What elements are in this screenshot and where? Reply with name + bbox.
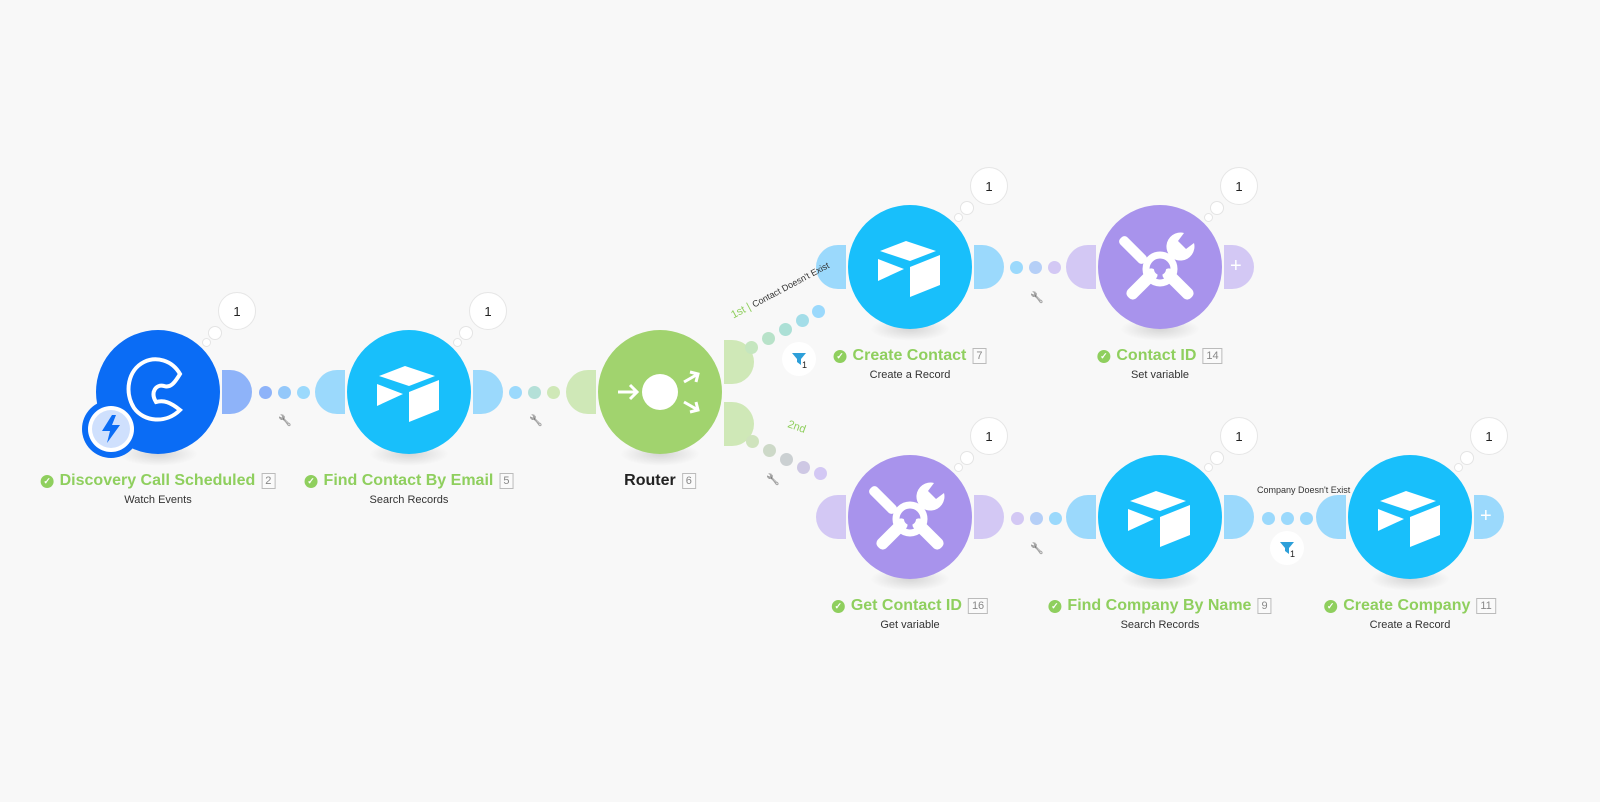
success-check-icon: ✓: [1048, 599, 1062, 613]
connection-dot[interactable]: [797, 461, 810, 474]
module-create-contact[interactable]: 1: [816, 167, 1008, 341]
operations-bubble[interactable]: 1: [469, 292, 507, 330]
filter-badge[interactable]: 1: [1270, 531, 1304, 565]
module-create-company[interactable]: +1: [1316, 417, 1508, 591]
module-find-contact[interactable]: 1: [315, 292, 507, 466]
success-check-icon: ✓: [304, 474, 318, 488]
module-label: Router 6: [624, 472, 696, 490]
operations-bubble[interactable]: 1: [218, 292, 256, 330]
connection-dot[interactable]: [762, 332, 775, 345]
module-id: 9: [1257, 598, 1272, 614]
module-calendly[interactable]: 1: [82, 292, 256, 466]
module-title[interactable]: Create Contact: [853, 347, 967, 365]
airtable-icon[interactable]: [347, 330, 471, 454]
module-label: ✓ Find Contact By Email 5 Search Records: [304, 472, 514, 506]
module-id: 2: [261, 473, 276, 489]
wrench-icon[interactable]: 🔧: [529, 414, 543, 427]
module-id: 7: [972, 348, 987, 364]
module-title[interactable]: Get Contact ID: [851, 597, 962, 615]
airtable-icon[interactable]: [1098, 455, 1222, 579]
module-title[interactable]: Contact ID: [1116, 347, 1196, 365]
filter-label[interactable]: Company Doesn't Exist: [1257, 485, 1350, 495]
operations-bubble[interactable]: 1: [970, 417, 1008, 455]
connection-dot[interactable]: [528, 386, 541, 399]
connection-dot[interactable]: [812, 305, 825, 318]
module-id: 11: [1476, 598, 1496, 614]
operations-bubble[interactable]: 1: [1470, 417, 1508, 455]
module-subtitle: Watch Events: [124, 494, 192, 506]
module-id: 14: [1202, 348, 1223, 364]
connection-dot[interactable]: [779, 323, 792, 336]
module-find-company[interactable]: 1: [1066, 417, 1258, 591]
module-id: 6: [681, 473, 696, 489]
success-check-icon: ✓: [831, 599, 845, 613]
add-module-icon[interactable]: +: [1480, 505, 1492, 527]
operations-bubble[interactable]: 1: [970, 167, 1008, 205]
module-label: ✓ Create Contact 7 Create a Record: [833, 347, 987, 381]
connection-dot[interactable]: [1281, 512, 1294, 525]
connection-dot[interactable]: [1029, 261, 1042, 274]
connection-dot[interactable]: [278, 386, 291, 399]
module-title[interactable]: Router: [624, 472, 676, 490]
module-title[interactable]: Create Company: [1343, 597, 1470, 615]
instant-trigger-badge: [82, 400, 140, 458]
success-check-icon: ✓: [833, 349, 847, 363]
module-id: 16: [967, 598, 989, 614]
wrench-icon[interactable]: 🔧: [1030, 291, 1044, 304]
tools-icon[interactable]: [1098, 205, 1222, 329]
connection-dot[interactable]: [745, 341, 758, 354]
success-check-icon: ✓: [1097, 349, 1111, 363]
tools-icon[interactable]: [848, 455, 972, 579]
module-label: ✓ Get Contact ID 16 Get variable: [831, 597, 989, 631]
success-check-icon: ✓: [40, 474, 54, 488]
airtable-icon[interactable]: [1348, 455, 1472, 579]
module-get-contact-id[interactable]: 1: [816, 417, 1008, 591]
filter-count: 1: [1290, 549, 1296, 559]
operations-bubble[interactable]: 1: [1220, 167, 1258, 205]
connection-dot[interactable]: [1011, 512, 1024, 525]
wrench-icon[interactable]: 🔧: [766, 473, 780, 486]
operations-bubble[interactable]: 1: [1220, 417, 1258, 455]
module-router[interactable]: [566, 330, 754, 466]
module-subtitle: Get variable: [880, 619, 940, 631]
wrench-icon[interactable]: 🔧: [278, 414, 292, 427]
module-label: ✓ Discovery Call Scheduled 2 Watch Events: [40, 472, 276, 506]
success-check-icon: ✓: [1324, 599, 1338, 613]
module-subtitle: Create a Record: [869, 369, 951, 381]
module-subtitle: Set variable: [1130, 369, 1190, 381]
lightning-icon: [92, 410, 130, 448]
connection-dot[interactable]: [1048, 261, 1061, 274]
connection-dot[interactable]: [814, 467, 827, 480]
module-title[interactable]: Find Company By Name: [1067, 597, 1251, 615]
module-title[interactable]: Find Contact By Email: [324, 472, 494, 490]
filter-badge[interactable]: 1: [782, 342, 816, 376]
connection-dot[interactable]: [1300, 512, 1313, 525]
airtable-icon[interactable]: [848, 205, 972, 329]
module-id: 5: [499, 473, 514, 489]
connection-dot[interactable]: [1030, 512, 1043, 525]
module-label: ✓ Create Company 11 Create a Record: [1324, 597, 1496, 631]
module-subtitle: Create a Record: [1369, 619, 1451, 631]
connection-dot[interactable]: [297, 386, 310, 399]
module-subtitle: Search Records: [369, 494, 449, 506]
connection-dot[interactable]: [780, 453, 793, 466]
module-title[interactable]: Discovery Call Scheduled: [60, 472, 256, 490]
connection-dot[interactable]: [746, 435, 759, 448]
module-contact-id[interactable]: +1: [1066, 167, 1258, 341]
router-icon[interactable]: [598, 330, 722, 454]
connection-dot[interactable]: [763, 444, 776, 457]
connection-dot[interactable]: [547, 386, 560, 399]
connection-dot[interactable]: [509, 386, 522, 399]
module-subtitle: Search Records: [1120, 619, 1200, 631]
connection-dot[interactable]: [1049, 512, 1062, 525]
add-module-icon[interactable]: +: [1230, 255, 1242, 277]
filter-count: 1: [802, 360, 808, 370]
wrench-icon[interactable]: 🔧: [1030, 542, 1044, 555]
module-label: ✓ Find Company By Name 9 Search Records: [1048, 597, 1272, 631]
connection-dot[interactable]: [1262, 512, 1275, 525]
connection-dot[interactable]: [796, 314, 809, 327]
connection-dot[interactable]: [259, 386, 272, 399]
connection-dot[interactable]: [1010, 261, 1023, 274]
module-label: ✓ Contact ID 14 Set variable: [1097, 347, 1223, 381]
